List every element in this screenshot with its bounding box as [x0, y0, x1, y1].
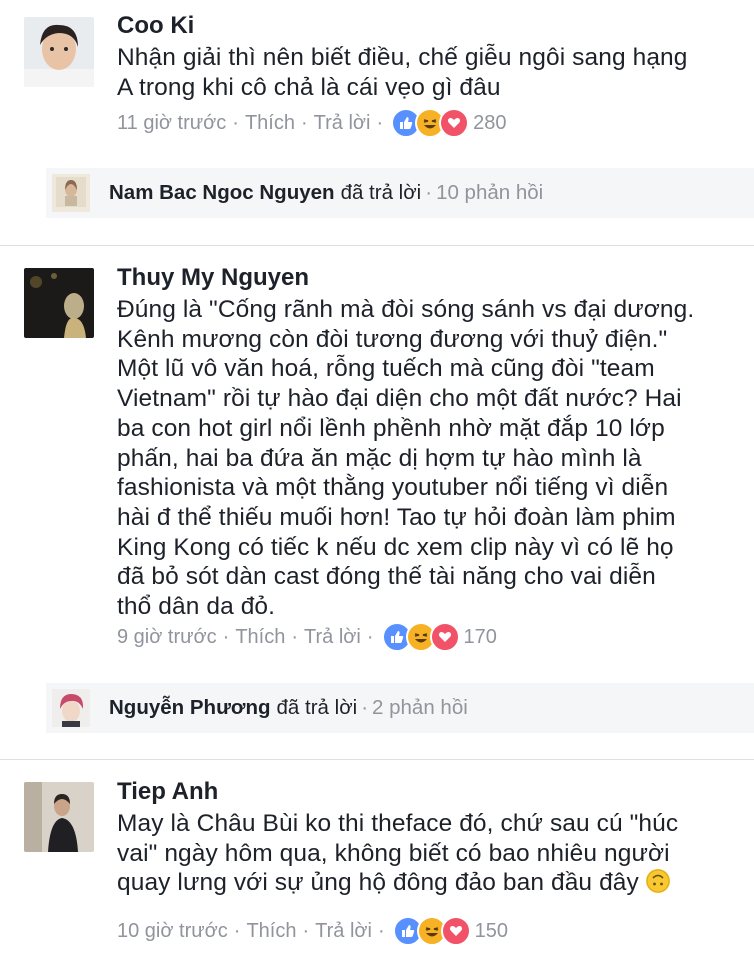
upside-down-face-emoji	[645, 869, 670, 894]
reactions-summary[interactable]	[391, 108, 470, 138]
reaction-count[interactable]: 280	[473, 112, 506, 135]
comment-line: quay lưng với sự ủng hộ đông đảo ban đầu…	[117, 868, 732, 898]
timestamp[interactable]: 11 giờ trước	[117, 112, 226, 135]
reaction-count[interactable]: 170	[464, 626, 497, 649]
replied-label: đã trả lời	[340, 181, 422, 204]
reactions-summary[interactable]	[381, 622, 460, 652]
avatar[interactable]	[24, 17, 94, 87]
comment-text: Nhận giải thì nên biết điều, chế giễu ng…	[117, 43, 732, 102]
separator: ·	[377, 919, 385, 942]
divider	[0, 759, 754, 760]
comment-line: thổ dân da đỏ.	[117, 593, 276, 621]
comment-line: đã bỏ sót dàn cast đóng thế tài năng cho…	[117, 563, 656, 591]
comment-text: Đúng là "Cống rãnh mà đòi sóng sánh vs đ…	[117, 295, 732, 622]
like-link[interactable]: Thích	[246, 920, 296, 943]
replier-name[interactable]: Nguyễn Phương	[109, 696, 271, 720]
separator: ·	[376, 111, 384, 134]
comment-meta: 9 giờ trước · Thích · Trả lời · 170	[117, 622, 497, 652]
commenter-name[interactable]: Tiep Anh	[117, 778, 218, 806]
comment-line: A trong khi cô chả là cái vẹo gì đâu	[117, 73, 501, 101]
separator: ·	[302, 919, 310, 942]
separator: ·	[425, 181, 433, 204]
comment-line: fashionista và một thằng youtuber nổi ti…	[117, 474, 669, 502]
separator: ·	[300, 111, 308, 134]
separator: ·	[232, 111, 239, 134]
reaction-count[interactable]: 150	[475, 920, 508, 943]
replied-label: đã trả lời	[276, 696, 358, 719]
comment-line: vai" ngày hôm qua, không biết có bao nhi…	[117, 839, 670, 867]
reactions-summary[interactable]	[392, 916, 471, 946]
love-icon	[439, 108, 470, 138]
like-link[interactable]: Thích	[245, 112, 295, 135]
separator: ·	[361, 696, 369, 719]
comment-line: ba con hot girl nổi lềnh phềnh nhờ mặt đ…	[117, 414, 665, 442]
love-icon	[429, 622, 460, 652]
avatar	[52, 174, 90, 212]
reply-link[interactable]: Trả lời	[304, 626, 361, 649]
comment-line: Kênh mương còn đòi tương đương với thuỷ …	[117, 325, 668, 353]
separator: ·	[366, 625, 374, 648]
view-replies[interactable]: Nguyễn Phương đã trả lời · 2 phản hồi	[46, 683, 754, 733]
separator: ·	[291, 625, 299, 648]
view-replies[interactable]: Nam Bac Ngoc Nguyen đã trả lời · 10 phản…	[46, 168, 754, 218]
love-icon	[440, 916, 471, 946]
reply-count[interactable]: 2 phản hồi	[372, 696, 468, 720]
avatar[interactable]	[24, 782, 94, 852]
separator: ·	[233, 919, 241, 942]
comment-line: Một lũ vô văn hoá, rỗng tuếch mà cũng đò…	[117, 355, 655, 383]
commenter-name[interactable]: Coo Ki	[117, 12, 194, 40]
avatar	[52, 689, 90, 727]
avatar[interactable]	[24, 268, 94, 338]
comment-line: phấn, hai ba đứa ăn mặc dị hợm tự hào mì…	[117, 444, 642, 472]
separator: ·	[222, 625, 230, 648]
reply-link[interactable]: Trả lời	[314, 112, 371, 135]
comment-line-text: quay lưng với sự ủng hộ đông đảo ban đầu…	[117, 869, 639, 897]
comment-line: Nhận giải thì nên biết điều, chế giễu ng…	[117, 44, 688, 71]
timestamp[interactable]: 10 giờ trước	[117, 920, 228, 943]
commenter-name[interactable]: Thuy My Nguyen	[117, 264, 309, 292]
comment-line: hài đ thể thiếu muối hơn! Tao tự hỏi đoà…	[117, 503, 676, 531]
reply-count[interactable]: 10 phản hồi	[436, 181, 543, 205]
replier-name[interactable]: Nam Bac Ngoc Nguyen	[109, 181, 335, 205]
comment-meta: 10 giờ trước · Thích · Trả lời · 150	[117, 916, 508, 946]
like-link[interactable]: Thích	[235, 626, 285, 649]
divider	[0, 245, 754, 246]
comment-line: King Kong có tiếc k nếu dc xem clip này …	[117, 533, 674, 561]
timestamp[interactable]: 9 giờ trước	[117, 626, 217, 649]
comment-line: May là Châu Bùi ko thi theface đó, chứ s…	[117, 810, 679, 837]
comment-line: Vietnam" rồi tự hào đại diện cho một đất…	[117, 385, 682, 413]
comment-line: Đúng là "Cống rãnh mà đòi sóng sánh vs đ…	[117, 296, 695, 323]
reply-link[interactable]: Trả lời	[315, 920, 372, 943]
comment-meta: 11 giờ trước · Thích · Trả lời · 280	[117, 108, 507, 138]
comment-text: May là Châu Bùi ko thi theface đó, chứ s…	[117, 809, 732, 898]
